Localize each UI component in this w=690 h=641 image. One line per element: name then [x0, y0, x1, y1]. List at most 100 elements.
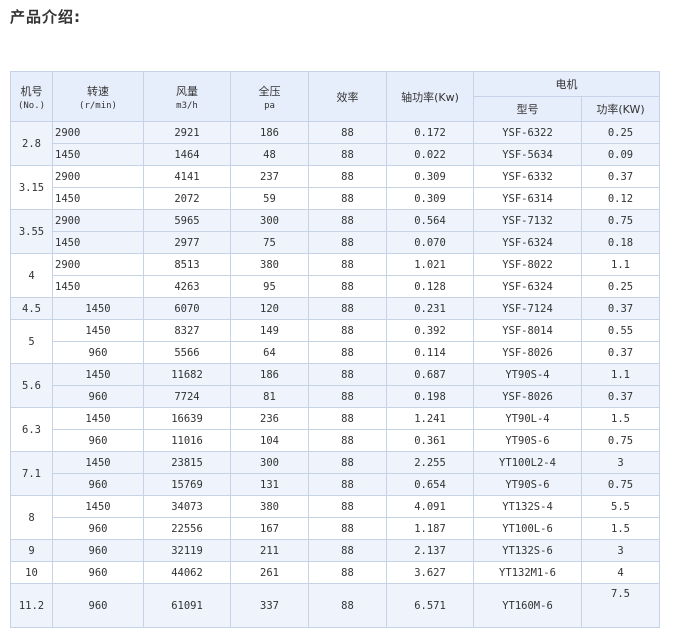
cell-power: 0.75: [581, 209, 660, 232]
cell-power: 4: [581, 561, 660, 584]
cell-model: YSF-8022: [473, 253, 582, 276]
cell-speed: 1450: [52, 231, 144, 254]
cell-model: YT132S-4: [473, 495, 582, 518]
cell-power: 0.12: [581, 187, 660, 210]
header-pressure-label: 全压: [258, 84, 281, 98]
cell-model: YT90L-4: [473, 407, 582, 430]
cell-speed: 1450: [52, 407, 144, 430]
header-airflow: 风量 m3/h: [143, 71, 231, 122]
cell-efficiency: 88: [308, 583, 387, 628]
cell-pressure: 64: [230, 341, 309, 364]
cell-machine-no: 4.5: [10, 297, 53, 320]
cell-model: YSF-8026: [473, 341, 582, 364]
cell-efficiency: 88: [308, 363, 387, 386]
cell-shaft-power: 3.627: [386, 561, 474, 584]
cell-power: 0.75: [581, 473, 660, 496]
cell-airflow: 5965: [143, 209, 231, 232]
cell-power: 0.37: [581, 165, 660, 188]
cell-airflow: 23815: [143, 451, 231, 474]
cell-pressure: 75: [230, 231, 309, 254]
cell-efficiency: 88: [308, 319, 387, 342]
cell-shaft-power: 0.564: [386, 209, 474, 232]
table-row: 3.15 2900 4141 237 88 0.309 YSF-6332 0.37: [10, 165, 660, 210]
cell-speed: 960: [52, 539, 144, 562]
header-speed-label: 转速: [87, 84, 109, 98]
header-power: 功率(KW): [581, 96, 660, 122]
cell-pressure: 81: [230, 385, 309, 408]
cell-model: YSF-6332: [473, 165, 582, 188]
cell-airflow: 11016: [143, 429, 231, 452]
cell-airflow: 5566: [143, 341, 231, 364]
product-spec-table: 机号 (No.) 转速 (r/min) 风量 m3/h 全压 pa 效率 轴功率…: [10, 71, 660, 628]
table-row: 2.8 2900 2921 186 88 0.172 YSF-6322 0.25: [10, 121, 660, 166]
header-speed-unit: (r/min): [79, 100, 117, 111]
cell-airflow: 4263: [143, 275, 231, 298]
cell-speed: 960: [52, 341, 144, 364]
cell-speed: 960: [52, 473, 144, 496]
cell-pressure: 104: [230, 429, 309, 452]
cell-airflow: 7724: [143, 385, 231, 408]
cell-pressure: 167: [230, 517, 309, 540]
cell-shaft-power: 0.654: [386, 473, 474, 496]
cell-efficiency: 88: [308, 451, 387, 474]
table-row: 5.6 1450 11682 186 88 0.687 YT90S-4 1.1: [10, 363, 660, 408]
cell-power: 7.5: [581, 583, 660, 628]
cell-power: 0.18: [581, 231, 660, 254]
cell-airflow: 1464: [143, 143, 231, 166]
cell-airflow: 34073: [143, 495, 231, 518]
cell-airflow: 22556: [143, 517, 231, 540]
cell-efficiency: 88: [308, 209, 387, 232]
cell-efficiency: 88: [308, 495, 387, 518]
cell-speed: 2900: [52, 121, 144, 144]
cell-shaft-power: 0.198: [386, 385, 474, 408]
table-row: 960 22556 167 88 1.187 YT100L-6 1.5: [11, 517, 660, 540]
cell-machine-no: 9: [10, 539, 53, 562]
table-row: 1450 1464 48 88 0.022 YSF-5634 0.09: [11, 143, 660, 166]
cell-machine-no: 2.8: [10, 121, 53, 166]
cell-speed: 1450: [52, 363, 144, 386]
table-row: 7.1 1450 23815 300 88 2.255 YT100L2-4 3: [10, 451, 660, 496]
page-title: 产品介绍:: [10, 8, 81, 26]
cell-pressure: 300: [230, 209, 309, 232]
cell-shaft-power: 1.021: [386, 253, 474, 276]
cell-speed: 960: [52, 583, 144, 628]
cell-shaft-power: 0.128: [386, 275, 474, 298]
cell-power: 1.1: [581, 363, 660, 386]
cell-model: YT90S-4: [473, 363, 582, 386]
table-row: 1450 2977 75 88 0.070 YSF-6324 0.18: [11, 231, 660, 254]
cell-efficiency: 88: [308, 275, 387, 298]
cell-pressure: 300: [230, 451, 309, 474]
cell-airflow: 15769: [143, 473, 231, 496]
cell-power: 0.09: [581, 143, 660, 166]
cell-pressure: 186: [230, 363, 309, 386]
cell-airflow: 2921: [143, 121, 231, 144]
table-row: 4.5 1450 6070 120 88 0.231 YSF-7124 0.37: [10, 297, 660, 320]
cell-power: 0.55: [581, 319, 660, 342]
cell-efficiency: 88: [308, 121, 387, 144]
cell-efficiency: 88: [308, 341, 387, 364]
table-row: 5 1450 8327 149 88 0.392 YSF-8014 0.55: [10, 319, 660, 364]
header-pressure: 全压 pa: [230, 71, 309, 122]
table-body: 2.8 2900 2921 186 88 0.172 YSF-6322 0.25 1450 146…: [10, 121, 660, 628]
cell-efficiency: 88: [308, 517, 387, 540]
cell-machine-no: 3.15: [10, 165, 53, 210]
table-row: 960 5566 64 88 0.114 YSF-8026 0.37: [11, 341, 660, 364]
cell-machine-no: 7.1: [10, 451, 53, 496]
cell-pressure: 211: [230, 539, 309, 562]
cell-pressure: 59: [230, 187, 309, 210]
cell-pressure: 237: [230, 165, 309, 188]
cell-power: 1.5: [581, 517, 660, 540]
header-motor: 电机: [473, 71, 660, 97]
cell-shaft-power: 0.022: [386, 143, 474, 166]
cell-power: 1.1: [581, 253, 660, 276]
cell-speed: 960: [52, 429, 144, 452]
cell-efficiency: 88: [308, 187, 387, 210]
cell-shaft-power: 1.187: [386, 517, 474, 540]
cell-pressure: 380: [230, 253, 309, 276]
cell-power: 0.25: [581, 275, 660, 298]
cell-airflow: 2977: [143, 231, 231, 254]
cell-shaft-power: 0.172: [386, 121, 474, 144]
cell-efficiency: 88: [308, 143, 387, 166]
cell-machine-no: 3.55: [10, 209, 53, 254]
cell-model: YSF-8026: [473, 385, 582, 408]
